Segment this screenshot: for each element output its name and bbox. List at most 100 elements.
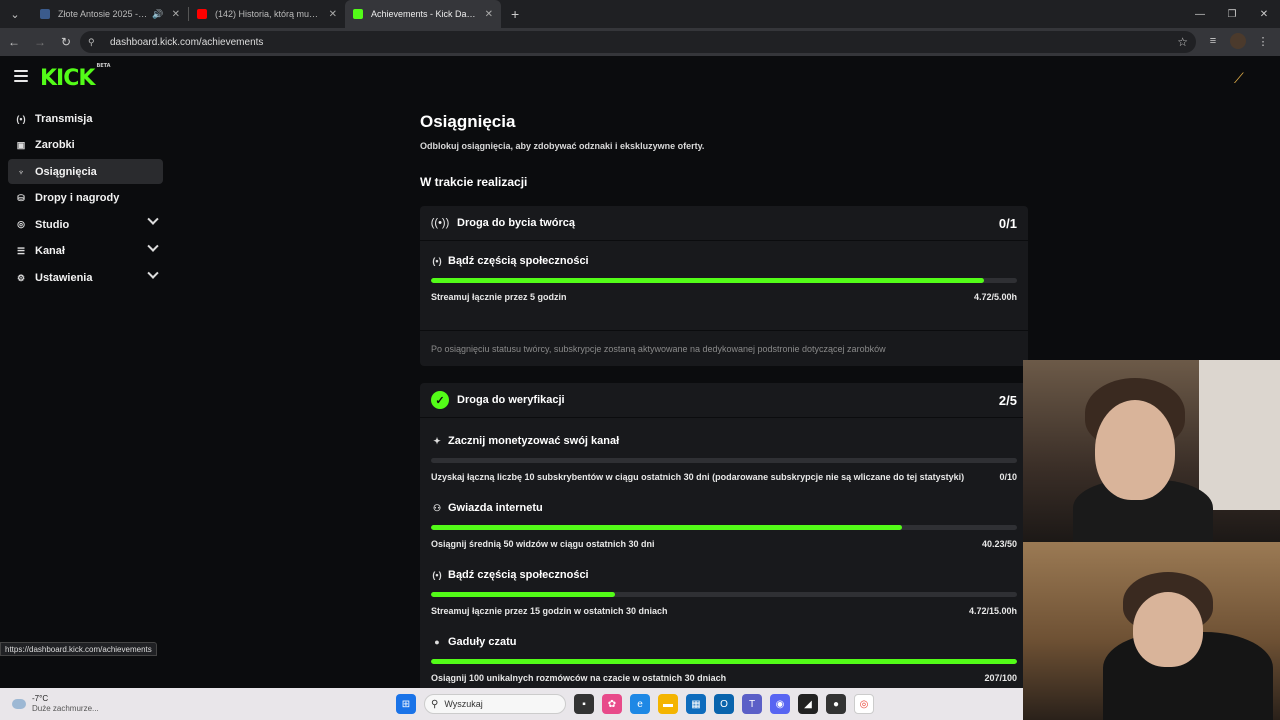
webcam-face [1133,592,1203,667]
task-value: 4.72/15.00h [968,606,1017,616]
windows-start-icon[interactable]: ⊞ [396,694,416,714]
task-view-icon[interactable]: ▪ [574,694,594,714]
broadcast-icon: (•) [432,256,442,266]
sidebar-item-label: Transmisja [35,112,93,125]
task-description: Osiągnij 100 unikalnych rozmówców na cza… [431,673,727,683]
close-tab-icon[interactable]: ✕ [172,9,180,20]
sidebar-item-label: Studio [35,218,70,231]
browser-menu-icon[interactable]: ⋮ [1252,30,1274,52]
task-title: Gwiazda internetu [448,502,543,514]
status-bar-url: https://dashboard.kick.com/achievements [0,642,157,656]
chevron-down-icon[interactable] [147,213,159,226]
file-explorer-icon[interactable]: ▬ [658,694,678,714]
outlook-icon[interactable]: O [714,694,734,714]
chrome-icon[interactable]: ◎ [854,694,874,714]
temperature: -7°C [32,694,49,703]
search-placeholder: Wyszukaj [444,699,483,709]
close-window-icon[interactable]: ✕ [1248,0,1280,28]
progress-fill [431,525,903,530]
weather-text: Duże zachmurze... [32,704,99,713]
broadcast-icon: (•) [432,570,442,580]
store-icon[interactable]: ▦ [686,694,706,714]
teams-icon[interactable]: T [742,694,762,714]
sparkle-icon: ✦ [433,435,441,446]
copilot-icon[interactable]: ✿ [602,694,622,714]
sidebar-item-studio[interactable]: ◎ Studio [8,212,163,237]
achievement-card: ✓ Droga do weryfikacji 2/5 ✦ Zacznij mone… [420,383,1028,688]
sidebar-item-dropy[interactable]: ⛁ Dropy i nagrody [8,186,163,211]
profile-avatar[interactable] [1230,33,1246,49]
address-bar-row: ← → ↻ ⚲ dashboard.kick.com/achievements … [0,28,1280,56]
close-tab-icon[interactable]: ✕ [329,9,337,20]
close-tab-icon[interactable]: ✕ [485,9,493,20]
discord-icon[interactable]: ◉ [770,694,790,714]
forward-icon[interactable]: → [28,30,52,54]
chevron-down-icon[interactable] [147,267,159,279]
tab-favicon [40,9,50,19]
sidebar-item-label: Osiągnięcia [35,165,97,178]
verified-badge-icon: ✓ [431,391,449,409]
webcam-overlay-bottom [1023,542,1280,720]
progress-bar [431,525,1017,530]
app-icon[interactable]: ◢ [798,694,818,714]
card-count: 2/5 [998,392,1017,408]
taskbar-apps: ⊞ ⚲ Wyszukaj ▪ ✿ e ▬ ▦ O T ◉ ◢ ● ◎ [396,694,874,714]
main-content: Osiągnięcia Odblokuj osiągnięcia, aby zd… [420,112,1028,688]
progress-fill [431,278,985,283]
chevron-down-icon[interactable] [147,240,159,252]
back-icon[interactable]: ← [2,30,26,54]
url-field[interactable]: ⚲ dashboard.kick.com/achievements ☆ [80,31,1196,53]
progress-fill [431,592,616,597]
taskbar-search[interactable]: ⚲ Wyszukaj [424,694,566,714]
chat-icon: ● [434,637,440,647]
webcam-face [1095,400,1175,500]
card-count: 0/1 [998,215,1017,231]
kick-logo[interactable]: KICKBETA [40,63,111,91]
webcam-overlay-top [1023,360,1280,542]
window-light [1199,360,1280,510]
broadcast-icon: (•) [16,113,26,124]
obs-icon[interactable]: ● [826,694,846,714]
sidebar-item-ustawienia[interactable]: ⚙ Ustawienia [8,266,163,291]
task-value: 207/100 [984,673,1017,683]
users-icon: ⚇ [432,502,442,513]
page-title: Osiągnięcia [420,112,516,131]
sidebar-item-osiagniecia[interactable]: ♆ Osiągnięcia [8,159,163,185]
audio-icon[interactable]: 🔊 [152,9,163,20]
card-header: ((•)) Droga do bycia twórcą 0/1 [420,206,1028,241]
restore-icon[interactable]: ❐ [1216,0,1248,28]
weather-widget[interactable]: -7°C Duże zachmurze... [12,694,99,713]
browser-tab[interactable]: Złote Antosie 2025 - Najwię 🔊 ✕ [32,0,188,28]
browser-tab-bar: ⌄ Złote Antosie 2025 - Najwię 🔊 ✕ (142) … [0,0,1280,28]
new-tab-button[interactable]: + [511,6,519,22]
card-title: Droga do weryfikacji [457,394,565,406]
task-item: (•) Bądź częścią społeczności Streamuj łą… [420,569,1028,616]
tab-title: Achievements - Kick Dashboard [371,9,477,19]
task-item: (•) Bądź częścią społeczności Streamuj łą… [420,255,1028,302]
sidebar-item-label: Ustawienia [35,272,93,285]
reading-list-icon[interactable]: ≡ [1202,30,1224,52]
sidebar: (•) Transmisja ▣ Zarobki ♆ Osiągnięcia ⛁… [8,106,163,292]
sidebar-item-transmisja[interactable]: (•) Transmisja [8,106,163,131]
user-avatar[interactable]: ⟋ [1234,70,1254,86]
sidebar-item-zarobki[interactable]: ▣ Zarobki [8,133,163,158]
section-heading: W trakcie realizacji [420,175,528,189]
bookmark-star-icon[interactable]: ☆ [1177,35,1188,49]
youtube-favicon [197,9,207,19]
achievement-card: ((•)) Droga do bycia twórcą 0/1 (•) Bądź … [420,206,1028,366]
hamburger-menu-icon[interactable] [14,70,28,82]
task-description: Streamuj łącznie przez 15 godzin w ostat… [431,606,668,616]
kick-favicon [353,9,363,19]
sidebar-item-kanal[interactable]: ☰ Kanał [8,239,163,264]
tab-search-icon[interactable]: ⌄ [4,3,26,25]
edge-icon[interactable]: e [630,694,650,714]
site-info-icon[interactable]: ⚲ [88,37,102,48]
minimize-icon[interactable]: — [1184,0,1216,28]
reload-icon[interactable]: ↻ [54,30,78,54]
task-item: ● Gaduły czatu Osiągnij 100 unikalnych ro… [420,636,1028,683]
task-value: 0/10 [999,472,1017,482]
browser-tab[interactable]: (142) Historia, którą musisz zna ✕ [189,0,345,28]
trophy-icon: ♆ [17,166,25,177]
task-title: Bądź częścią społeczności [448,569,589,581]
browser-tab-active[interactable]: Achievements - Kick Dashboard ✕ [345,0,501,28]
